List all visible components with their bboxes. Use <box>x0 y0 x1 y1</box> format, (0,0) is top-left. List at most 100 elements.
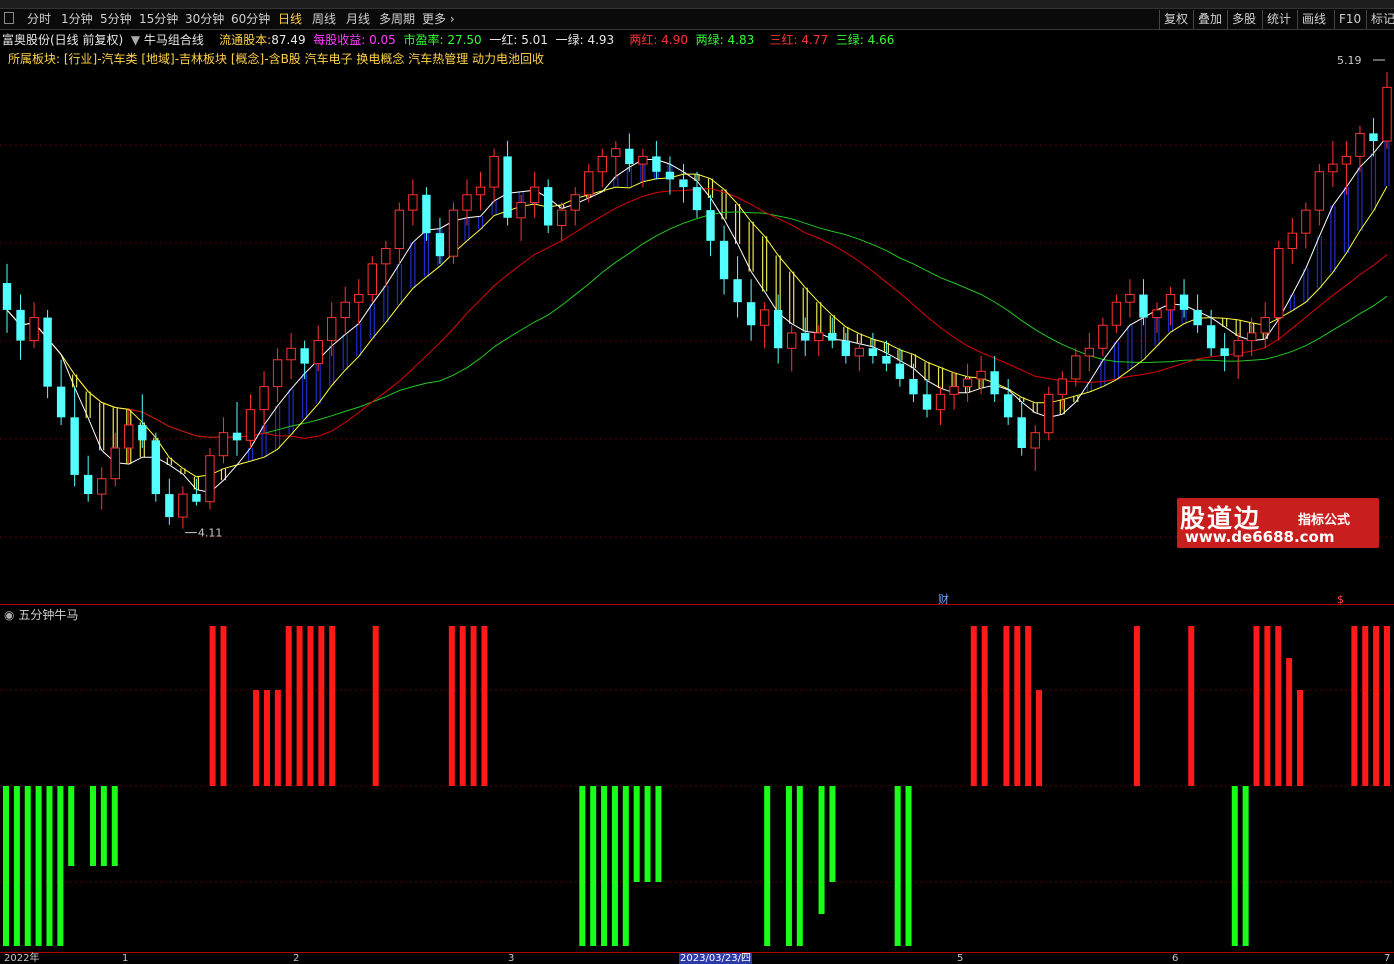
candle-body <box>962 378 973 388</box>
candle-body <box>1220 348 1229 356</box>
x-label-month-6: 6 <box>1172 953 1179 964</box>
bear-signal-bar <box>579 786 586 946</box>
bear-signal-bar <box>89 786 96 866</box>
candle-body <box>286 347 296 361</box>
candle-body <box>543 187 553 226</box>
bull-signal-bar <box>220 626 227 786</box>
candle-body <box>1030 432 1040 449</box>
bear-signal-bar <box>894 786 901 946</box>
candle-body <box>422 194 431 234</box>
candle-body <box>313 340 323 365</box>
candle-body <box>759 309 770 326</box>
candle-body <box>1084 347 1095 357</box>
candle-body <box>475 186 486 196</box>
candle-body <box>192 494 201 502</box>
candle-body <box>1044 393 1054 434</box>
candle-body <box>29 317 39 342</box>
candle-body <box>638 155 648 165</box>
candle-body <box>1139 294 1148 318</box>
bear-signal-bar <box>655 786 662 882</box>
candle-body <box>1355 132 1365 157</box>
candle-body <box>990 371 999 395</box>
x-label-month-2: 2 <box>293 953 300 964</box>
candle-body <box>882 355 891 364</box>
candle-body <box>2 283 12 310</box>
x-label-month-5: 5 <box>957 953 964 964</box>
candle-body <box>976 370 986 380</box>
candle-body <box>841 340 851 356</box>
candle-body <box>381 248 391 265</box>
x-label-month-1: 1 <box>122 953 129 964</box>
candle-body <box>529 186 540 203</box>
indicator-panel-title[interactable]: ◉ 五分钟牛马 <box>4 607 78 623</box>
bear-signal-bar <box>764 786 771 946</box>
candle-body <box>300 348 309 364</box>
ma10-line <box>6 173 1388 478</box>
candle-body <box>16 309 25 341</box>
candle-body <box>1382 86 1392 142</box>
bull-signal-bar <box>1025 626 1032 786</box>
candle-body <box>1247 332 1257 342</box>
bull-signal-bar <box>1264 626 1271 786</box>
candle-body <box>1057 378 1067 395</box>
candle-body <box>462 194 472 211</box>
candle-body <box>1287 232 1297 250</box>
bull-signal-bar <box>459 626 466 786</box>
candle-body <box>340 301 350 319</box>
candle-body <box>1165 294 1176 311</box>
bear-signal-bar <box>68 786 75 866</box>
candle-body <box>516 201 526 219</box>
candle-body <box>1341 155 1352 165</box>
candle-body <box>557 209 567 226</box>
bear-signal-bar <box>796 786 803 946</box>
candle-body <box>354 294 364 303</box>
candle-body <box>110 447 120 480</box>
candle-body <box>489 155 499 188</box>
candle-body <box>868 348 878 356</box>
candle-body <box>1301 209 1311 234</box>
candle-body <box>746 302 756 326</box>
indicator-title-text: 五分钟牛马 <box>18 608 79 622</box>
candle-body <box>56 386 66 418</box>
bear-signal-bar <box>1242 786 1249 946</box>
panel-separator[interactable] <box>0 604 1394 605</box>
candle-body <box>1111 301 1122 326</box>
bear-signal-bar <box>111 786 118 866</box>
bear-signal-bar <box>1231 786 1238 946</box>
candle-body <box>1369 133 1378 142</box>
candle-body <box>584 171 594 196</box>
bear-signal-bar <box>35 786 42 946</box>
candlestick-chart[interactable]: 5.194.11财 $ <box>0 0 1394 963</box>
bear-signal-bar <box>905 786 912 946</box>
candle-body <box>70 417 79 475</box>
bear-signal-bar <box>13 786 20 946</box>
bull-signal-bar <box>1003 626 1010 786</box>
candle-body <box>1152 309 1162 319</box>
bull-signal-bar <box>1384 626 1390 786</box>
candle-body <box>814 332 824 342</box>
bull-signal-bar <box>372 626 379 786</box>
bear-signal-bar <box>24 786 31 946</box>
bear-signal-bar <box>818 786 825 914</box>
low-price-label: 4.11 <box>198 527 223 540</box>
ma30-line <box>6 211 1388 438</box>
candle-body <box>1017 417 1026 449</box>
candle-body <box>895 363 905 379</box>
bull-signal-bar <box>1036 690 1043 786</box>
bull-signal-bar <box>1286 658 1293 786</box>
bear-signal-bar <box>611 786 618 946</box>
candle-body <box>1328 163 1338 173</box>
candle-body <box>232 432 242 441</box>
candle-body <box>597 155 607 173</box>
candle-body <box>935 393 946 411</box>
candle-body <box>570 194 580 211</box>
x-axis: 2022年 1 2 3 2023/03/23/四 5 6 7 <box>0 952 1394 964</box>
candle-body <box>1206 325 1216 349</box>
candle-body <box>1193 309 1202 326</box>
bull-signal-bar <box>981 626 988 786</box>
bull-signal-bar <box>1351 626 1358 786</box>
candle-body <box>828 332 837 341</box>
settings-circle-icon[interactable]: ◉ <box>4 608 14 622</box>
bear-signal-bar <box>3 786 9 946</box>
candle-body <box>43 317 52 387</box>
